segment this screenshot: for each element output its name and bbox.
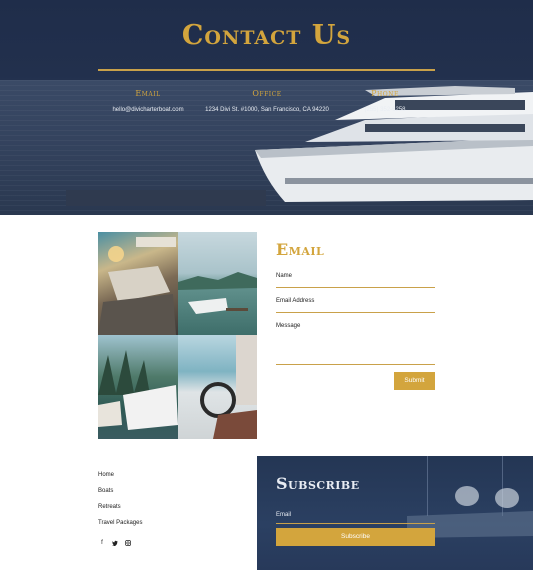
subscribe-button[interactable]: Subscribe [276, 528, 435, 546]
hero-section: Contact Us Email hello@divicharterboat.c… [0, 0, 533, 215]
page-title: Contact Us [181, 20, 352, 51]
subscribe-section: Subscribe Email Subscribe [257, 456, 533, 570]
contact-phone-block: Phone (255) 352-6258 [315, 89, 455, 114]
form-title: Email [276, 240, 325, 259]
gallery-photo-steering [178, 335, 257, 439]
contact-form: Email Name Email Address Message Submit [276, 240, 435, 400]
footer-nav-retreats[interactable]: Retreats [98, 504, 142, 510]
gallery-photo-boat-lake [178, 232, 257, 335]
subscribe-email-field[interactable]: Email [276, 512, 435, 524]
message-field[interactable]: Message [276, 323, 435, 365]
name-label: Name [276, 273, 293, 279]
footer-nav-boats[interactable]: Boats [98, 488, 142, 494]
yacht-image [255, 86, 533, 202]
email-address-label: Email Address [276, 298, 315, 304]
social-links: f [99, 540, 131, 547]
subscribe-title: Subscribe [276, 474, 360, 493]
gallery-photo-marina [98, 335, 178, 439]
footer-nav-home[interactable]: Home [98, 472, 142, 478]
message-label: Message [276, 323, 301, 329]
email-address-field[interactable]: Email Address [276, 298, 435, 313]
twitter-icon[interactable] [112, 540, 118, 547]
subscribe-email-label: Email [276, 512, 292, 518]
gallery-photo-helm [98, 232, 178, 335]
submit-button[interactable]: Submit [394, 372, 435, 390]
phone-number[interactable]: (255) 352-6258 [315, 106, 455, 114]
facebook-icon[interactable]: f [99, 540, 105, 547]
footer-nav-travel-packages[interactable]: Travel Packages [98, 520, 142, 526]
instagram-icon[interactable] [125, 540, 131, 547]
name-field[interactable]: Name [276, 273, 435, 288]
footer-nav: Home Boats Retreats Travel Packages [98, 472, 142, 536]
photo-gallery [98, 232, 257, 439]
title-divider [98, 69, 435, 71]
phone-heading: Phone [371, 89, 399, 98]
